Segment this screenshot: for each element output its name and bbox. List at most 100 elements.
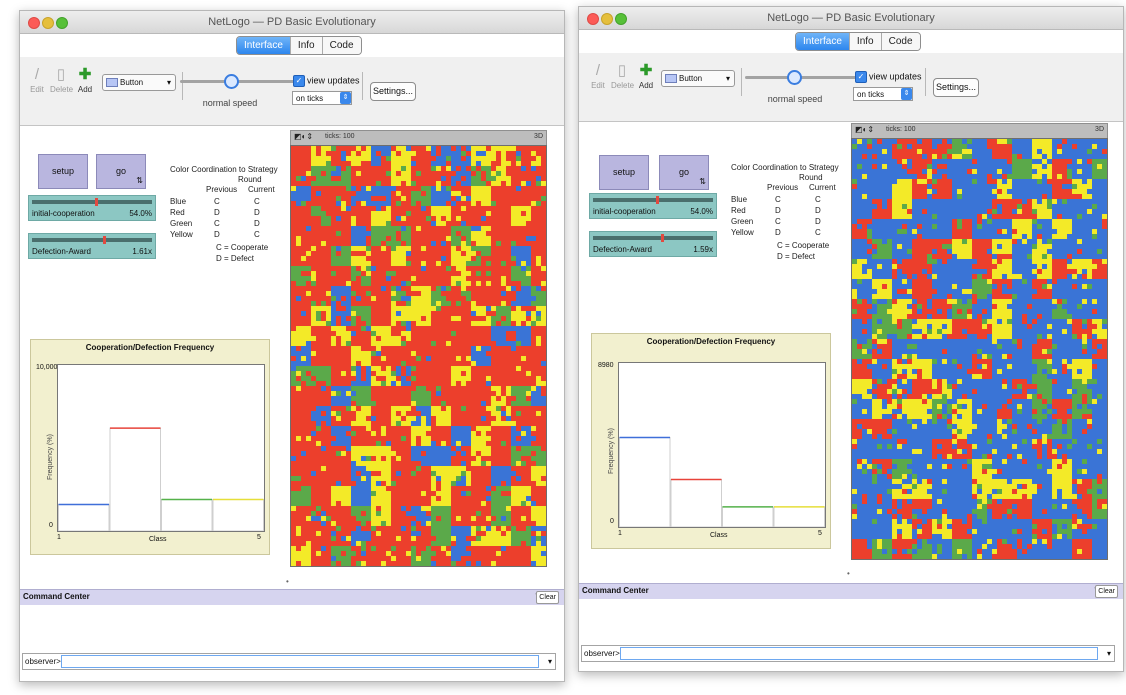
patch xyxy=(411,536,416,541)
patch xyxy=(962,149,967,154)
3d-view-icon[interactable]: 3D xyxy=(534,133,543,140)
patch xyxy=(401,181,406,186)
patch xyxy=(531,361,536,366)
slider-thumb[interactable] xyxy=(94,198,98,206)
patch xyxy=(311,286,316,291)
patch xyxy=(321,226,326,231)
patch xyxy=(1022,139,1027,144)
tab-code[interactable]: Code xyxy=(321,37,361,54)
patch xyxy=(431,366,436,371)
patch xyxy=(371,536,376,541)
patch xyxy=(361,291,366,296)
slider-defection-award[interactable]: Defection-Award 1.61x xyxy=(28,233,156,259)
tab-interface[interactable]: Interface xyxy=(237,37,290,54)
slider-thumb[interactable] xyxy=(655,196,659,204)
patch xyxy=(451,536,456,541)
patch xyxy=(426,296,431,301)
speed-slider-knob[interactable] xyxy=(787,70,802,85)
patch xyxy=(311,191,316,196)
widget-type-dropdown[interactable]: Button ▾ xyxy=(661,70,735,87)
patch xyxy=(902,189,907,194)
speed-slider-knob[interactable] xyxy=(224,74,239,89)
patch xyxy=(371,456,376,461)
delete-tool-button[interactable]: ▯ Delete xyxy=(611,63,634,91)
go-button[interactable]: go ⇅ xyxy=(659,155,709,190)
patch xyxy=(426,406,431,411)
patch xyxy=(1037,149,1042,154)
view-updates-checkbox[interactable]: ✓ view updates xyxy=(855,71,922,83)
trash-icon: ▯ xyxy=(56,66,66,83)
patch xyxy=(291,421,296,426)
add-tool-button[interactable]: ✚ Add xyxy=(635,63,657,91)
patch xyxy=(496,181,501,186)
delete-tool-button[interactable]: ▯ Delete xyxy=(50,66,73,95)
slider-thumb[interactable] xyxy=(661,234,665,242)
patch xyxy=(326,306,331,311)
patch xyxy=(436,281,441,286)
patch xyxy=(361,371,366,376)
patch xyxy=(396,371,401,376)
clear-button[interactable]: Clear xyxy=(536,591,559,604)
slider-defection-award[interactable]: Defection-Award 1.59x xyxy=(589,231,717,257)
update-mode-select[interactable]: on ticks ⇕ xyxy=(853,87,913,101)
speed-slider[interactable] xyxy=(745,76,865,79)
title-bar[interactable]: NetLogo — PD Basic Evolutionary xyxy=(20,11,564,34)
patch xyxy=(316,491,321,496)
view-updates-checkbox[interactable]: ✓ view updates xyxy=(293,75,360,87)
patch xyxy=(461,556,466,561)
patch xyxy=(516,201,521,206)
patch xyxy=(436,496,441,501)
world-view-controls-icon[interactable]: ◩◐⇕ xyxy=(294,132,313,141)
patch xyxy=(501,436,506,441)
world-view-controls-icon[interactable]: ◩◐⇕ xyxy=(855,125,874,134)
settings-button[interactable]: Settings... xyxy=(370,82,416,101)
patch xyxy=(446,236,451,241)
go-button[interactable]: go ⇅ xyxy=(96,154,146,189)
setup-button[interactable]: setup xyxy=(38,154,88,189)
world-view[interactable] xyxy=(851,138,1108,560)
patch xyxy=(932,144,937,149)
patch xyxy=(496,441,501,446)
patch xyxy=(396,366,401,371)
slider-thumb[interactable] xyxy=(102,236,106,244)
patch xyxy=(331,526,336,531)
patch xyxy=(406,561,411,566)
patch xyxy=(391,466,396,471)
speed-slider[interactable] xyxy=(180,80,300,83)
patch xyxy=(391,356,396,361)
world-view[interactable] xyxy=(290,145,547,567)
patch xyxy=(351,211,356,216)
slider-initial-cooperation[interactable]: initial-cooperation 54.0% xyxy=(589,193,717,219)
resize-handle-icon[interactable]: • xyxy=(286,577,289,586)
slider-initial-cooperation[interactable]: initial-cooperation 54.0% xyxy=(28,195,156,221)
patch xyxy=(471,436,476,441)
tab-info[interactable]: Info xyxy=(848,33,881,50)
patch xyxy=(531,201,536,206)
setup-button[interactable]: setup xyxy=(599,155,649,190)
patch xyxy=(356,351,361,356)
tab-info[interactable]: Info xyxy=(289,37,322,54)
tab-interface[interactable]: Interface xyxy=(796,33,849,50)
history-dropdown-icon[interactable]: ▾ xyxy=(548,654,552,669)
tab-code[interactable]: Code xyxy=(880,33,920,50)
patch xyxy=(386,436,391,441)
3d-view-icon[interactable]: 3D xyxy=(1095,126,1104,133)
patch xyxy=(1007,169,1012,174)
patch xyxy=(1022,169,1027,174)
patch xyxy=(331,501,336,506)
edit-tool-button[interactable]: / Edit xyxy=(26,67,48,95)
command-input[interactable] xyxy=(61,655,539,668)
patch xyxy=(396,221,401,226)
title-bar[interactable]: NetLogo — PD Basic Evolutionary xyxy=(579,7,1123,30)
patch xyxy=(331,251,336,256)
edit-tool-button[interactable]: / Edit xyxy=(587,63,609,91)
patch xyxy=(406,271,411,276)
patch xyxy=(396,326,401,331)
update-mode-select[interactable]: on ticks ⇕ xyxy=(292,91,352,105)
widget-type-dropdown[interactable]: Button ▾ xyxy=(102,74,176,91)
patch xyxy=(501,326,506,331)
patch xyxy=(902,154,907,159)
patch xyxy=(511,561,516,566)
settings-button[interactable]: Settings... xyxy=(933,78,979,97)
add-tool-button[interactable]: ✚ Add xyxy=(74,67,96,95)
